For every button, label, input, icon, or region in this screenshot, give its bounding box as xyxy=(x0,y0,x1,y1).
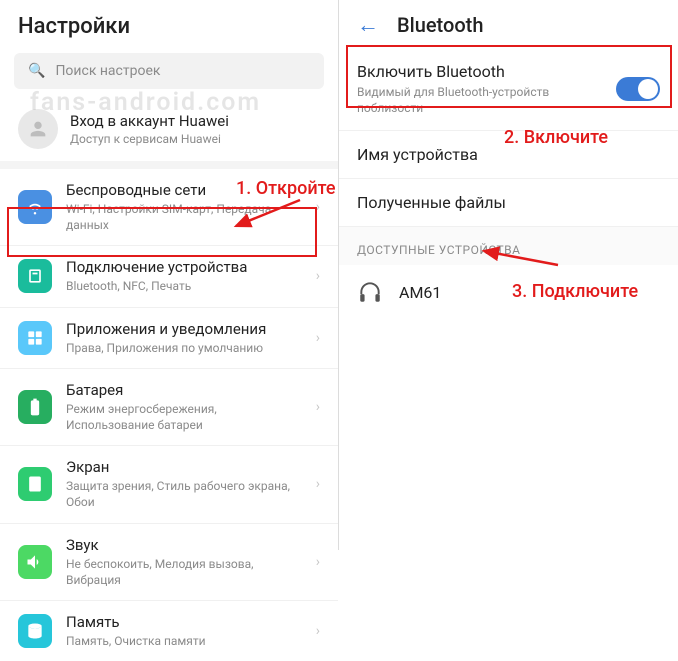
enable-title: Включить Bluetooth xyxy=(357,62,604,81)
settings-item-wireless[interactable]: Беспроводные сети Wi-Fi, Настройки SIM-к… xyxy=(0,169,338,246)
bluetooth-toggle[interactable] xyxy=(616,77,660,101)
account-row[interactable]: Вход в аккаунт Huawei Доступ к сервисам … xyxy=(0,101,338,161)
bluetooth-screen: ← Bluetooth Включить Bluetooth Видимый д… xyxy=(339,0,678,550)
item-sub: Режим энергосбережения, Использование ба… xyxy=(66,401,302,433)
chevron-right-icon: › xyxy=(316,623,320,639)
settings-item-apps[interactable]: Приложения и уведомления Права, Приложен… xyxy=(0,308,338,369)
wifi-icon xyxy=(18,190,52,224)
chevron-right-icon: › xyxy=(316,476,320,492)
settings-screen: Настройки 🔍 Поиск настроек Вход в аккаун… xyxy=(0,0,339,550)
enable-sub: Видимый для Bluetooth-устройств поблизос… xyxy=(357,84,604,116)
item-sub: Не беспокоить, Мелодия вызова, Вибрация xyxy=(66,556,302,588)
chevron-right-icon: › xyxy=(316,399,320,415)
item-sub: Права, Приложения по умолчанию xyxy=(66,340,302,356)
device-name-label: Имя устройства xyxy=(357,145,478,164)
bluetooth-header: ← Bluetooth xyxy=(339,0,678,48)
account-title: Вход в аккаунт Huawei xyxy=(70,112,229,130)
item-title: Беспроводные сети xyxy=(66,181,302,199)
back-arrow-icon[interactable]: ← xyxy=(357,12,379,38)
battery-icon xyxy=(18,390,52,424)
search-input[interactable]: 🔍 Поиск настроек xyxy=(14,53,324,89)
account-sub: Доступ к сервисам Huawei xyxy=(70,132,229,146)
connection-icon xyxy=(18,259,52,293)
divider xyxy=(0,161,338,169)
item-sub: Память, Очистка памяти xyxy=(66,633,302,649)
settings-item-battery[interactable]: Батарея Режим энергосбережения, Использо… xyxy=(0,369,338,446)
received-files-row[interactable]: Полученные файлы xyxy=(339,179,678,227)
search-placeholder: Поиск настроек xyxy=(55,63,160,79)
headphones-icon xyxy=(357,279,383,305)
item-title: Звук xyxy=(66,536,302,554)
device-name-row[interactable]: Имя устройства xyxy=(339,131,678,179)
bluetooth-enable-row[interactable]: Включить Bluetooth Видимый для Bluetooth… xyxy=(339,48,678,131)
display-icon xyxy=(18,467,52,501)
item-title: Батарея xyxy=(66,381,302,399)
page-title: Настройки xyxy=(0,0,338,49)
item-title: Память xyxy=(66,613,302,631)
received-label: Полученные файлы xyxy=(357,193,506,212)
settings-item-sound[interactable]: Звук Не беспокоить, Мелодия вызова, Вибр… xyxy=(0,524,338,601)
storage-icon xyxy=(18,614,52,648)
available-devices-label: ДОСТУПНЫЕ УСТРОЙСТВА xyxy=(339,227,678,265)
device-name: AM61 xyxy=(399,283,441,302)
item-sub: Wi-Fi, Настройки SIM-карт, Передача данн… xyxy=(66,201,302,233)
apps-icon xyxy=(18,321,52,355)
item-title: Приложения и уведомления xyxy=(66,320,302,338)
chevron-right-icon: › xyxy=(316,330,320,346)
item-sub: Защита зрения, Стиль рабочего экрана, Об… xyxy=(66,478,302,510)
settings-item-display[interactable]: Экран Защита зрения, Стиль рабочего экра… xyxy=(0,446,338,523)
page-title: Bluetooth xyxy=(397,13,483,37)
chevron-right-icon: › xyxy=(316,554,320,570)
chevron-right-icon: › xyxy=(316,199,320,215)
settings-item-connection[interactable]: Подключение устройства Bluetooth, NFC, П… xyxy=(0,246,338,307)
item-sub: Bluetooth, NFC, Печать xyxy=(66,278,302,294)
item-title: Подключение устройства xyxy=(66,258,302,276)
chevron-right-icon: › xyxy=(316,268,320,284)
device-row[interactable]: AM61 xyxy=(339,265,678,319)
avatar xyxy=(18,109,58,149)
settings-item-storage[interactable]: Память Память, Очистка памяти › xyxy=(0,601,338,661)
search-icon: 🔍 xyxy=(28,63,45,79)
item-title: Экран xyxy=(66,458,302,476)
